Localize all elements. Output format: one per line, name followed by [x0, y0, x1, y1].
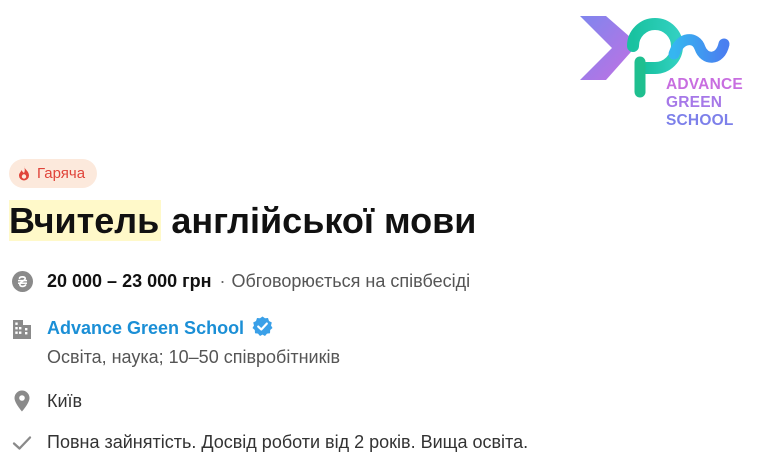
company-logo: ADVANCE GREEN SCHOOL: [576, 14, 756, 134]
logo-line-1: ADVANCE: [666, 76, 743, 93]
requirements-row: Повна зайнятість. Досвід роботи від 2 ро…: [11, 432, 528, 453]
hryvnia-icon: [11, 271, 33, 292]
verified-check-icon: [252, 316, 273, 342]
building-icon: [11, 319, 33, 340]
title-rest: англійської мови: [161, 200, 477, 241]
flame-icon: [18, 166, 30, 181]
company-details: Освіта, наука; 10–50 співробітників: [47, 347, 341, 367]
title-highlight: Вчитель: [9, 200, 162, 241]
location-city: Київ: [47, 390, 83, 411]
location-row: Київ: [11, 390, 82, 412]
vacancy-page: ADVANCE GREEN SCHOOL Гаряча Вчитель англ…: [0, 0, 771, 475]
logo-line-3: SCHOOL: [666, 112, 734, 129]
requirements-text: Повна зайнятість. Досвід роботи від 2 ро…: [47, 432, 529, 452]
hot-badge: Гаряча: [9, 159, 98, 188]
salary-range: 20 000 – 23 000 грн: [47, 271, 212, 291]
logo-line-2: GREEN: [666, 94, 723, 111]
logo-wordmark: ADVANCE GREEN SCHOOL: [666, 76, 743, 130]
hot-badge-label: Гаряча: [37, 165, 86, 182]
company-name-link[interactable]: Advance Green School: [47, 318, 244, 338]
vacancy-title: Вчитель англійської мови: [9, 197, 476, 245]
salary-separator: ·: [219, 271, 226, 291]
company-row: Advance Green School: [11, 316, 273, 342]
map-pin-icon: [11, 390, 33, 412]
salary-row: 20 000 – 23 000 грн · Обговорюється на спі…: [11, 271, 470, 292]
salary-note: Обговорюється на співбесіді: [231, 271, 471, 291]
checkmark-icon: [11, 435, 33, 451]
